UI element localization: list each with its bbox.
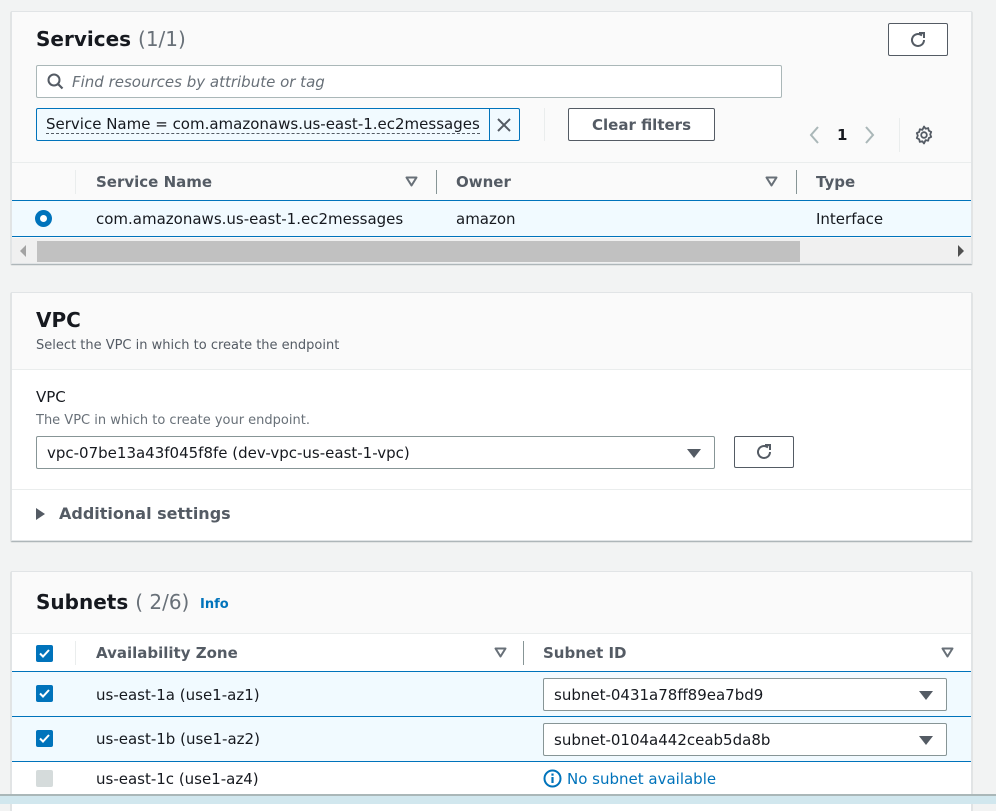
- column-resizer[interactable]: [796, 170, 797, 194]
- cell-availability-zone: us-east-1c (use1-az4): [96, 769, 259, 788]
- caret-down-icon: [919, 735, 933, 745]
- pagination-divider: [899, 118, 901, 152]
- scroll-right-arrow[interactable]: [958, 245, 964, 257]
- select-all-checkbox[interactable]: [36, 645, 53, 662]
- services-heading: Services (1/1): [36, 27, 186, 51]
- vpc-field-description: The VPC in which to create your endpoint…: [36, 413, 310, 428]
- search-icon: [47, 73, 64, 90]
- vpc-divider: [12, 489, 971, 490]
- sort-triangle-icon[interactable]: [765, 176, 778, 187]
- vpc-refresh-button[interactable]: [734, 436, 794, 468]
- column-header-owner[interactable]: Owner: [456, 163, 511, 200]
- vpc-panel-header: VPC Select the VPC in which to create th…: [12, 293, 971, 370]
- vpc-title: VPC: [36, 308, 81, 332]
- subnets-count: ( 2/6): [135, 590, 190, 614]
- vpc-select[interactable]: vpc-07be13a43f045f8fe (dev-vpc-us-east-1…: [36, 436, 715, 469]
- clear-filters-button[interactable]: Clear filters: [568, 108, 715, 141]
- horizontal-scrollbar[interactable]: [12, 238, 971, 263]
- info-link[interactable]: Info: [200, 597, 229, 612]
- bottom-bar: [0, 794, 996, 804]
- services-title: Services: [36, 27, 132, 51]
- services-count: (1/1): [138, 27, 186, 51]
- filter-divider: [544, 108, 545, 141]
- table-row: us-east-1c (use1-az4) No subnet availabl…: [12, 762, 971, 795]
- row-checkbox[interactable]: [36, 730, 53, 747]
- pagination: 1: [807, 118, 934, 152]
- additional-settings-expander[interactable]: Additional settings: [36, 504, 231, 523]
- column-header-subnet-id[interactable]: Subnet ID: [543, 634, 627, 671]
- no-subnet-text: No subnet available: [567, 769, 717, 788]
- filter-token-text: Service Name = com.amazonaws.us-east-1.e…: [46, 114, 480, 134]
- subnet-select-value: subnet-0104a442ceab5da8b: [554, 730, 771, 749]
- no-subnet-status: No subnet available: [543, 762, 716, 795]
- cell-owner: amazon: [456, 209, 516, 228]
- row-checkbox[interactable]: [36, 685, 53, 702]
- subnet-select[interactable]: subnet-0104a442ceab5da8b: [543, 723, 947, 756]
- vpc-panel: VPC Select the VPC in which to create th…: [11, 292, 972, 541]
- column-divider: [75, 170, 76, 194]
- column-header-service-name[interactable]: Service Name: [96, 163, 212, 200]
- column-resizer[interactable]: [436, 170, 437, 194]
- vpc-field-label: VPC: [36, 388, 66, 406]
- services-panel: Services (1/1) Service Name = com.amazon…: [11, 11, 972, 264]
- filter-token-label[interactable]: Service Name = com.amazonaws.us-east-1.e…: [37, 109, 489, 140]
- column-header-type[interactable]: Type: [816, 163, 855, 200]
- info-icon: [543, 769, 562, 788]
- cell-service-name: com.amazonaws.us-east-1.ec2messages: [96, 209, 404, 228]
- vpc-description: Select the VPC in which to create the en…: [36, 338, 340, 353]
- close-icon: [497, 117, 512, 132]
- table-row[interactable]: us-east-1a (use1-az1) subnet-0431a78ff89…: [12, 671, 971, 717]
- caret-down-icon: [687, 448, 701, 458]
- services-table-header: Service Name Owner Type: [12, 162, 971, 200]
- services-refresh-button[interactable]: [888, 23, 948, 56]
- gear-icon[interactable]: [914, 125, 934, 145]
- subnet-select-value: subnet-0431a78ff89ea7bd9: [554, 685, 764, 704]
- page-number[interactable]: 1: [837, 126, 847, 144]
- row-checkbox-disabled: [36, 770, 53, 787]
- subnets-panel-header: Subnets ( 2/6) Info: [12, 572, 971, 633]
- filter-token: Service Name = com.amazonaws.us-east-1.e…: [36, 108, 520, 141]
- subnets-table-header: Availability Zone Subnet ID: [12, 633, 971, 671]
- subnets-panel: Subnets ( 2/6) Info Availability Zone Su…: [11, 571, 972, 811]
- column-divider: [75, 641, 76, 665]
- caret-down-icon: [919, 690, 933, 700]
- cell-availability-zone: us-east-1a (use1-az1): [96, 685, 260, 704]
- row-radio-selected[interactable]: [35, 210, 52, 227]
- subnets-title: Subnets: [36, 590, 129, 614]
- column-resizer[interactable]: [523, 641, 524, 665]
- sort-triangle-icon[interactable]: [405, 176, 418, 187]
- services-search-input[interactable]: [72, 72, 781, 91]
- subnet-select[interactable]: subnet-0431a78ff89ea7bd9: [543, 678, 947, 711]
- subnets-heading: Subnets ( 2/6): [36, 590, 189, 614]
- column-header-availability-zone[interactable]: Availability Zone: [96, 634, 238, 671]
- services-search-field[interactable]: [36, 65, 782, 98]
- refresh-icon: [757, 444, 771, 459]
- table-row[interactable]: com.amazonaws.us-east-1.ec2messages amaz…: [12, 200, 971, 237]
- checkmark-icon: [39, 649, 50, 658]
- table-row[interactable]: us-east-1b (use1-az2) subnet-0104a442cea…: [12, 716, 971, 762]
- chevron-left-icon[interactable]: [807, 124, 821, 146]
- checkmark-icon: [39, 734, 50, 743]
- caret-right-icon: [36, 507, 45, 520]
- scrollbar-thumb[interactable]: [37, 241, 800, 262]
- cell-type: Interface: [816, 209, 884, 228]
- sort-triangle-icon[interactable]: [494, 647, 507, 658]
- filter-token-remove-button[interactable]: [488, 109, 519, 140]
- sort-triangle-icon[interactable]: [941, 647, 954, 658]
- checkmark-icon: [39, 689, 50, 698]
- scroll-left-arrow[interactable]: [20, 245, 26, 257]
- vpc-select-value: vpc-07be13a43f045f8fe (dev-vpc-us-east-1…: [47, 443, 410, 462]
- cell-availability-zone: us-east-1b (use1-az2): [96, 730, 260, 748]
- additional-settings-label: Additional settings: [59, 504, 231, 523]
- chevron-right-icon[interactable]: [863, 124, 877, 146]
- refresh-icon: [911, 31, 925, 47]
